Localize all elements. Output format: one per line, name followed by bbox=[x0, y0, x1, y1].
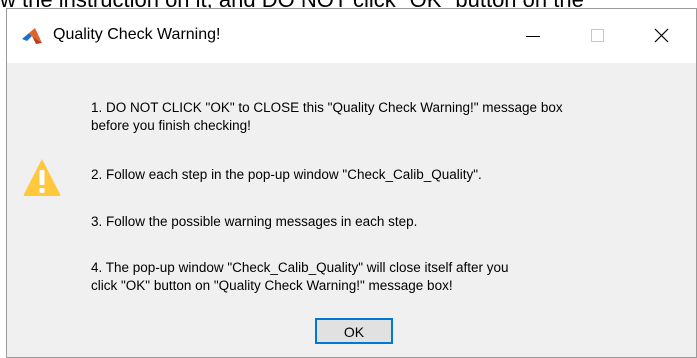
message-step-4: 4. The pop-up window "Check_Calib_Qualit… bbox=[91, 259, 509, 295]
close-icon bbox=[654, 28, 669, 43]
maximize-icon bbox=[591, 29, 604, 42]
warning-triangle-icon bbox=[22, 157, 62, 197]
quality-check-warning-dialog: Quality Check Warning! 1. DO NOT CLICK "… bbox=[6, 8, 697, 358]
matlab-logo-icon bbox=[21, 27, 43, 45]
message-step-4-line-2: click "OK" button on "Quality Check Warn… bbox=[91, 278, 453, 293]
minimize-button[interactable] bbox=[503, 9, 563, 63]
maximize-button[interactable] bbox=[567, 9, 627, 63]
message-step-3: 3. Follow the possible warning messages … bbox=[91, 213, 417, 231]
message-step-4-line-1: 4. The pop-up window "Check_Calib_Qualit… bbox=[91, 260, 509, 275]
message-step-1-line-2: before you finish checking! bbox=[91, 118, 251, 133]
message-step-3-line-1: 3. Follow the possible warning messages … bbox=[91, 214, 418, 229]
dialog-titlebar[interactable]: Quality Check Warning! bbox=[7, 9, 696, 63]
minimize-icon bbox=[526, 36, 540, 37]
message-step-2: 2. Follow each step in the pop-up window… bbox=[91, 166, 482, 184]
ok-button[interactable]: OK bbox=[315, 318, 393, 344]
message-step-2-line-1: 2. Follow each step in the pop-up window… bbox=[91, 167, 482, 182]
message-step-1-line-1: 1. DO NOT CLICK "OK" to CLOSE this "Qual… bbox=[91, 100, 563, 115]
dialog-title: Quality Check Warning! bbox=[53, 26, 221, 43]
close-button[interactable] bbox=[633, 9, 693, 63]
message-step-1: 1. DO NOT CLICK "OK" to CLOSE this "Qual… bbox=[91, 99, 563, 135]
